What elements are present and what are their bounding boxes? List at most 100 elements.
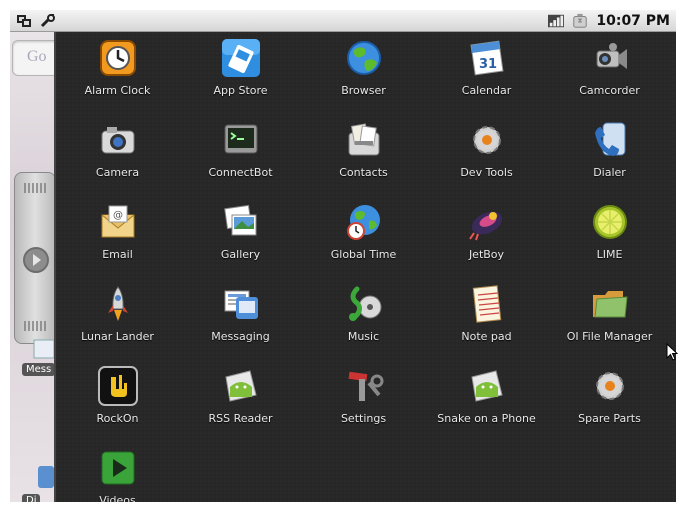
app-label: Contacts bbox=[339, 166, 388, 179]
messaging-icon bbox=[219, 282, 263, 326]
home-screen-edge: Go Mess Di bbox=[10, 32, 54, 502]
music-icon bbox=[342, 282, 386, 326]
folder-icon bbox=[588, 282, 632, 326]
messaging-shortcut-icon[interactable] bbox=[32, 338, 54, 360]
app-label: App Store bbox=[213, 84, 268, 97]
app-label: Alarm Clock bbox=[84, 84, 151, 97]
app-contacts[interactable]: Contacts bbox=[302, 114, 425, 196]
status-bar: 10:07 PM bbox=[10, 10, 676, 32]
play-video-icon bbox=[96, 446, 140, 490]
app-label: Gallery bbox=[220, 248, 261, 261]
app-grid: Alarm Clock App Store Browser 31 Calenda… bbox=[56, 32, 671, 502]
rocket-icon bbox=[96, 282, 140, 326]
mouse-cursor-icon bbox=[666, 343, 678, 361]
wrench-icon bbox=[40, 13, 56, 28]
app-label: Email bbox=[102, 248, 133, 261]
app-email[interactable]: @ Email bbox=[56, 196, 179, 278]
terminal-icon bbox=[219, 118, 263, 162]
status-bar-right: 10:07 PM bbox=[548, 13, 670, 29]
app-label: Dialer bbox=[593, 166, 626, 179]
status-clock: 10:07 PM bbox=[596, 12, 670, 29]
google-search-widget[interactable]: Go bbox=[12, 40, 54, 76]
app-note-pad[interactable]: Note pad bbox=[425, 278, 548, 360]
home-label-dialer: Di bbox=[22, 494, 41, 502]
usb-debug-icon bbox=[16, 14, 32, 28]
search-hint-text: Go bbox=[27, 48, 47, 65]
app-music[interactable]: Music bbox=[302, 278, 425, 360]
device-screen: 10:07 PM Go Mess Di Alarm Clock App Stor… bbox=[10, 10, 676, 502]
app-label: LIME bbox=[596, 248, 623, 261]
phone-icon bbox=[588, 118, 632, 162]
app-dev-tools[interactable]: Dev Tools bbox=[425, 114, 548, 196]
app-spare-parts[interactable]: Spare Parts bbox=[548, 360, 671, 442]
handle-grip-bottom bbox=[24, 321, 46, 331]
app-label: Camcorder bbox=[579, 84, 640, 97]
app-lime[interactable]: LIME bbox=[548, 196, 671, 278]
app-snake-on-a-phone[interactable]: Snake on a Phone bbox=[425, 360, 548, 442]
app-store-icon bbox=[219, 36, 263, 80]
app-label: Camera bbox=[95, 166, 140, 179]
battery-charging-icon bbox=[572, 13, 588, 28]
app-label: Note pad bbox=[461, 330, 512, 343]
calendar-day-text: 31 bbox=[478, 57, 496, 72]
snake-android-icon bbox=[465, 364, 509, 408]
signal-icon bbox=[548, 14, 565, 28]
app-browser[interactable]: Browser bbox=[302, 32, 425, 114]
camcorder-icon bbox=[588, 36, 632, 80]
app-rockon[interactable]: RockOn bbox=[56, 360, 179, 442]
settings-tools-icon bbox=[342, 364, 386, 408]
app-jetboy[interactable]: JetBoy bbox=[425, 196, 548, 278]
app-label: Dev Tools bbox=[460, 166, 513, 179]
app-label: Videos bbox=[99, 494, 136, 502]
app-videos[interactable]: Videos bbox=[56, 442, 179, 502]
app-label: Messaging bbox=[211, 330, 270, 343]
app-settings[interactable]: Settings bbox=[302, 360, 425, 442]
app-gallery[interactable]: Gallery bbox=[179, 196, 302, 278]
app-label: JetBoy bbox=[468, 248, 505, 261]
email-icon: @ bbox=[96, 200, 140, 244]
app-alarm-clock[interactable]: Alarm Clock bbox=[56, 32, 179, 114]
browser-globe-icon bbox=[342, 36, 386, 80]
app-connectbot[interactable]: ConnectBot bbox=[179, 114, 302, 196]
lime-icon bbox=[588, 200, 632, 244]
gear-icon bbox=[465, 118, 509, 162]
app-global-time[interactable]: Global Time bbox=[302, 196, 425, 278]
app-camcorder[interactable]: Camcorder bbox=[548, 32, 671, 114]
app-label: RSS Reader bbox=[208, 412, 273, 425]
play-icon bbox=[23, 247, 49, 273]
alarm-clock-icon bbox=[96, 36, 140, 80]
status-bar-left bbox=[16, 13, 56, 28]
app-camera[interactable]: Camera bbox=[56, 114, 179, 196]
app-label: RockOn bbox=[96, 412, 139, 425]
handle-grip-top bbox=[24, 183, 46, 193]
app-label: Music bbox=[347, 330, 380, 343]
app-oi-file-manager[interactable]: OI File Manager bbox=[548, 278, 671, 360]
calendar-icon: 31 bbox=[465, 36, 509, 80]
app-lunar-lander[interactable]: Lunar Lander bbox=[56, 278, 179, 360]
jetboy-icon bbox=[465, 200, 509, 244]
contacts-icon bbox=[342, 118, 386, 162]
app-calendar[interactable]: 31 Calendar bbox=[425, 32, 548, 114]
drawer-handle[interactable] bbox=[14, 172, 54, 344]
rss-android-icon bbox=[219, 364, 263, 408]
app-label: Settings bbox=[340, 412, 387, 425]
app-label: Global Time bbox=[330, 248, 397, 261]
notepad-icon bbox=[465, 282, 509, 326]
spare-parts-gear-icon bbox=[588, 364, 632, 408]
app-messaging[interactable]: Messaging bbox=[179, 278, 302, 360]
camera-icon bbox=[96, 118, 140, 162]
app-label: Lunar Lander bbox=[81, 330, 154, 343]
app-dialer[interactable]: Dialer bbox=[548, 114, 671, 196]
svg-text:@: @ bbox=[113, 210, 123, 221]
rockon-icon bbox=[96, 364, 140, 408]
app-rss-reader[interactable]: RSS Reader bbox=[179, 360, 302, 442]
app-label: OI File Manager bbox=[566, 330, 653, 343]
app-label: ConnectBot bbox=[208, 166, 273, 179]
dialer-shortcut-icon[interactable] bbox=[32, 466, 54, 488]
app-app-store[interactable]: App Store bbox=[179, 32, 302, 114]
gallery-icon bbox=[219, 200, 263, 244]
app-drawer: Alarm Clock App Store Browser 31 Calenda… bbox=[54, 32, 676, 502]
app-label: Spare Parts bbox=[578, 412, 641, 425]
home-label-messaging: Mess bbox=[22, 363, 54, 376]
app-label: Calendar bbox=[461, 84, 512, 97]
